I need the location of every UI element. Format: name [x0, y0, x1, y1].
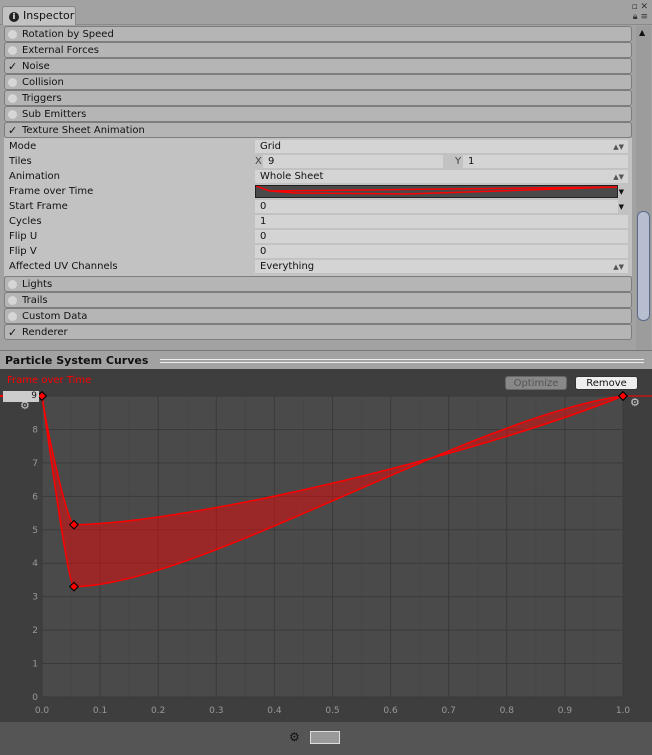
prop-frame-over-time: Frame over Time ▼: [9, 185, 624, 198]
module-collision[interactable]: Collision: [4, 74, 632, 90]
dropdown-arrow-icon: ▲▼: [613, 142, 624, 151]
dropdown-arrow-icon: ▲▼: [613, 262, 624, 271]
tiles-x-input[interactable]: 9: [263, 155, 443, 168]
toggle-off-icon[interactable]: [8, 93, 17, 103]
curves-footer: ⚙: [0, 722, 652, 755]
prop-uv-channels: Affected UV Channels Everything ▲▼: [4, 259, 632, 274]
toggle-off-icon[interactable]: [8, 279, 17, 289]
animation-dropdown[interactable]: Whole Sheet ▲▼: [255, 170, 628, 183]
y-tick-label: 7: [32, 459, 38, 469]
prop-mode: Mode Grid ▲▼: [4, 139, 632, 154]
y-tick-label: 3: [32, 593, 38, 603]
x-tick-label: 0.3: [209, 706, 223, 716]
inspector-scrollbar[interactable]: ▲: [636, 26, 651, 351]
module-renderer[interactable]: ✓ Renderer: [4, 324, 632, 340]
module-texture-sheet-animation[interactable]: ✓ Texture Sheet Animation: [4, 122, 632, 138]
prop-flip-v: Flip V0: [4, 244, 632, 259]
x-tick-label: 0.7: [442, 706, 456, 716]
curve-plot[interactable]: 0.0 0.1 0.2 0.3 0.4 0.5 0.6 0.7 0.8 0.9 1.0 0 1 2 3 4 5 6…: [0, 369, 652, 722]
prop-start-frame: Start Frame 0 ▼: [9, 200, 624, 213]
curves-header: Particle System Curves: [0, 350, 652, 369]
inspector-panel: Rotation by Speed External Forces ✓ Noise Co…: [4, 26, 632, 340]
curve-preset-swatch[interactable]: [310, 731, 340, 744]
module-lights[interactable]: Lights: [4, 276, 632, 292]
toggle-off-icon[interactable]: [8, 109, 17, 119]
prop-cycles: Cycles 1: [4, 214, 632, 229]
dropdown-arrow-icon: ▲▼: [613, 172, 624, 181]
module-noise[interactable]: ✓ Noise: [4, 58, 632, 74]
x-tick-label: 0.8: [500, 706, 515, 716]
y-tick-label: 5: [32, 526, 38, 536]
x-tick-label: 0.4: [267, 706, 282, 716]
prop-flip-u: Flip U0: [4, 229, 632, 244]
toggle-off-icon[interactable]: [8, 311, 17, 321]
x-tick-label: 0.9: [558, 706, 573, 716]
x-tick-label: 0.2: [151, 706, 165, 716]
tiles-y-input[interactable]: 1: [463, 155, 628, 168]
scrollbar-thumb[interactable]: [637, 211, 650, 321]
scroll-up-icon[interactable]: ▲: [639, 28, 645, 37]
y-tick-label: 2: [32, 626, 38, 636]
toggle-off-icon[interactable]: [8, 77, 17, 87]
mode-dropdown[interactable]: Grid ▲▼: [255, 140, 628, 153]
tab-inspector[interactable]: i Inspector: [2, 6, 76, 25]
window-controls[interactable]: ▫ ✕ 🔒︎ ≡: [631, 2, 648, 22]
module-triggers[interactable]: Triggers: [4, 90, 632, 106]
curve-label: Frame over Time: [7, 375, 92, 386]
module-rotation-by-speed[interactable]: Rotation by Speed: [4, 26, 632, 42]
y-tick-label: 0: [32, 693, 38, 703]
x-tick-label: 0.6: [383, 706, 398, 716]
info-icon: i: [9, 12, 19, 22]
dropdown-arrow-icon[interactable]: ▼: [619, 188, 624, 196]
gear-icon[interactable]: ⚙: [289, 730, 300, 744]
x-tick-label: 1.0: [616, 706, 631, 716]
dropdown-arrow-icon[interactable]: ▼: [619, 203, 624, 211]
module-sub-emitters[interactable]: Sub Emitters: [4, 106, 632, 122]
uv-channels-dropdown[interactable]: Everything ▲▼: [255, 260, 628, 273]
module-external-forces[interactable]: External Forces: [4, 42, 632, 58]
prop-animation: Animation Whole Sheet ▲▼: [4, 169, 632, 184]
checkmark-icon[interactable]: ✓: [8, 327, 17, 338]
maximize-icon[interactable]: ▫ ✕: [631, 2, 648, 12]
gear-icon[interactable]: ⚙: [20, 399, 30, 412]
x-tick-label: 0.0: [35, 706, 50, 716]
module-trails[interactable]: Trails: [4, 292, 632, 308]
y-tick-label: 1: [32, 660, 38, 670]
frame-over-time-curve-field[interactable]: [255, 185, 618, 198]
toggle-off-icon[interactable]: [8, 45, 17, 55]
y-tick-label: 6: [32, 492, 38, 502]
flip-v-input[interactable]: 0: [255, 245, 628, 258]
y-tick-label: 8: [32, 425, 38, 435]
toggle-off-icon[interactable]: [8, 295, 17, 305]
remove-button[interactable]: Remove: [575, 376, 638, 390]
x-tick-label: 0.1: [93, 706, 107, 716]
toggle-off-icon[interactable]: [8, 29, 17, 39]
optimize-button[interactable]: Optimize: [505, 376, 567, 390]
tab-bar: i Inspector ▫ ✕ 🔒︎ ≡: [0, 0, 652, 25]
flip-u-input[interactable]: 0: [255, 230, 628, 243]
module-custom-data[interactable]: Custom Data: [4, 308, 632, 324]
texture-sheet-animation-props: Mode Grid ▲▼ Tiles X 9 Y 1 Animation Whole …: [4, 138, 632, 276]
y-tick-label: 4: [32, 559, 38, 569]
start-frame-input[interactable]: 0: [255, 200, 618, 213]
lock-icon[interactable]: 🔒︎ ≡: [633, 12, 648, 22]
gear-icon[interactable]: ⚙: [630, 396, 640, 409]
curve-preview: [256, 186, 617, 195]
drag-handle[interactable]: [160, 359, 644, 363]
checkmark-icon[interactable]: ✓: [8, 125, 17, 136]
prop-tiles: Tiles X 9 Y 1: [4, 154, 632, 169]
x-tick-label: 0.5: [325, 706, 339, 716]
curve-editor[interactable]: 0.0 0.1 0.2 0.3 0.4 0.5 0.6 0.7 0.8 0.9 1.0 0 1 2 3 4 5 6…: [0, 369, 652, 722]
cycles-input[interactable]: 1: [255, 215, 628, 228]
checkmark-icon[interactable]: ✓: [8, 61, 17, 72]
